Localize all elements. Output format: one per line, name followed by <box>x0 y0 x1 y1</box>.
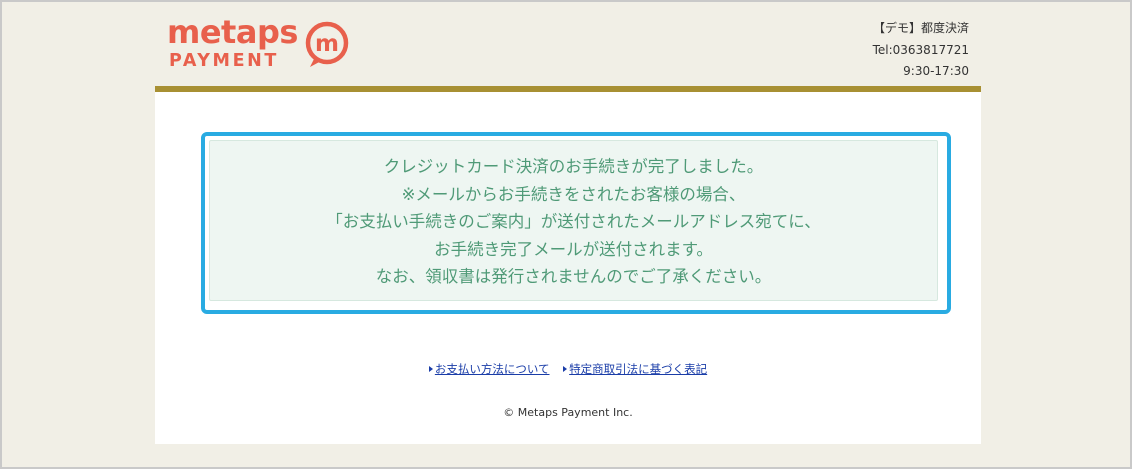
merchant-hours: 9:30-17:30 <box>903 64 969 78</box>
notice-line: お手続き完了メールが送付されます。 <box>434 239 713 259</box>
page-header: metaps PAYMENT m 【デモ】都度決済 Tel:0363817721… <box>155 4 981 86</box>
merchant-name: 【デモ】都度決済 <box>872 21 969 35</box>
logo-subtitle: PAYMENT <box>169 51 279 71</box>
payment-page: metaps PAYMENT m 【デモ】都度決済 Tel:0363817721… <box>155 4 981 444</box>
notice-line: ※メールからお手続きをされたお客様の場合、 <box>401 184 746 204</box>
notice-message: クレジットカード決済のお手続きが完了しました。 ※メールからお手続きをされたお客… <box>210 153 937 291</box>
commercial-transactions-link[interactable]: 特定商取引法に基づく表記 <box>563 362 707 376</box>
merchant-tel: Tel:0363817721 <box>872 42 969 57</box>
metaps-payment-logo[interactable]: metaps PAYMENT m <box>167 13 351 74</box>
copyright: © Metaps Payment Inc. <box>503 406 633 419</box>
triangle-right-icon <box>563 366 568 372</box>
completion-notice: クレジットカード決済のお手続きが完了しました。 ※メールからお手続きをされたお客… <box>201 132 951 314</box>
merchant-contact: 【デモ】都度決済 Tel:0363817721 9:30-17:30 <box>873 18 969 83</box>
logo-wordmark: metaps <box>167 13 298 51</box>
payment-methods-link-label: お支払い方法について <box>434 362 550 376</box>
notice-line: クレジットカード決済のお手続きが完了しました。 <box>383 157 764 176</box>
logo-mark-letter: m <box>315 31 339 57</box>
notice-panel: クレジットカード決済のお手続きが完了しました。 ※メールからお手続きをされたお客… <box>209 140 938 301</box>
notice-line: 「お支払い手続きのご案内」が送付されたメールアドレス宛てに、 <box>326 212 821 231</box>
header-divider <box>155 86 981 92</box>
commercial-transactions-link-label: 特定商取引法に基づく表記 <box>569 362 708 376</box>
browser-viewport: metaps PAYMENT m 【デモ】都度決済 Tel:0363817721… <box>0 0 1132 469</box>
speech-bubble-m-icon: m <box>305 21 349 67</box>
notice-line: なお、領収書は発行されませんのでご了承ください。 <box>375 267 772 286</box>
footer-links: お支払い方法について 特定商取引法に基づく表記 <box>155 361 981 377</box>
payment-methods-link[interactable]: お支払い方法について <box>428 362 550 376</box>
triangle-right-icon <box>428 366 433 372</box>
